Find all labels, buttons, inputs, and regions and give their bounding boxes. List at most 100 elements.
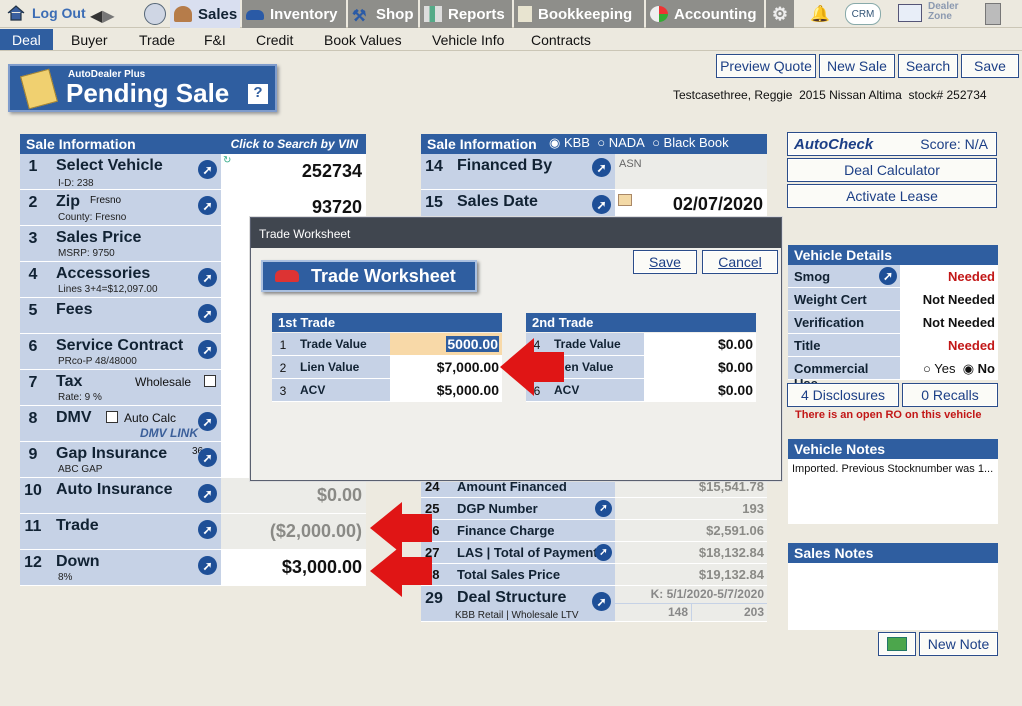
subtab-buyer[interactable]: Buyer	[71, 32, 108, 48]
row-value[interactable]: 252734	[221, 154, 366, 189]
autocheck-button[interactable]: AutoCheck Score: N/A	[787, 132, 997, 156]
row-arrow-icon[interactable]: ➚	[198, 268, 217, 287]
calculator-icon[interactable]	[985, 3, 1001, 25]
row-sub: PRco-P 48/48000	[58, 356, 137, 367]
tab-shop[interactable]: ⚒ Shop	[348, 0, 418, 28]
financed-by-value[interactable]: ASN	[615, 154, 767, 189]
calendar-icon[interactable]	[618, 194, 632, 206]
detail-value: Not Needed	[900, 311, 998, 333]
deal-calculator-button[interactable]: Deal Calculator	[787, 158, 997, 182]
preview-quote-button[interactable]: Preview Quote	[716, 54, 816, 78]
radio-kbb[interactable]: ◉	[549, 135, 560, 150]
dialog-cancel-button[interactable]: Cancel	[702, 250, 778, 274]
vehicle-notes-box[interactable]: Imported. Previous Stocknumber was 1...	[788, 459, 998, 524]
trade-field[interactable]: $0.00	[644, 333, 756, 355]
save-button[interactable]: Save	[961, 54, 1019, 78]
tab-accounting[interactable]: Accounting	[646, 0, 764, 28]
deal-structure-arrow-icon[interactable]: ➚	[592, 592, 611, 611]
tab-sales[interactable]: Sales	[170, 0, 240, 28]
activate-lease-button[interactable]: Activate Lease	[787, 184, 997, 208]
tab-shop-label: Shop	[376, 5, 414, 23]
search-by-vin-link[interactable]: Click to Search by VIN	[231, 137, 358, 151]
settings-button[interactable]: ⚙	[766, 0, 794, 28]
row-number: 14	[425, 158, 443, 175]
refresh-icon[interactable]: ↻	[223, 155, 231, 166]
subtab-fi[interactable]: F&I	[204, 32, 226, 48]
row-arrow-icon[interactable]: ➚	[198, 340, 217, 359]
tab-bookkeeping[interactable]: Bookkeeping	[514, 0, 644, 28]
dealer-zone-icon[interactable]	[898, 4, 922, 22]
auto-calc-checkbox[interactable]	[106, 411, 118, 423]
logout-link[interactable]: Log Out	[6, 4, 86, 22]
wholesale-checkbox[interactable]	[204, 375, 216, 387]
lock-icon	[20, 68, 58, 110]
trade-value-input[interactable]: 5000.00	[390, 333, 502, 355]
tab-bookkeeping-label: Bookkeeping	[538, 5, 633, 23]
folder-icon	[887, 637, 907, 651]
dmv-link[interactable]: DMV LINK	[140, 426, 198, 440]
subtab-credit[interactable]: Credit	[256, 32, 293, 48]
bell-icon[interactable]: 🔔	[810, 4, 830, 24]
trade-field[interactable]: $0.00	[644, 356, 756, 378]
row-arrow-icon[interactable]: ➚	[198, 304, 217, 323]
subtab-trade[interactable]: Trade	[139, 32, 175, 48]
radio-no[interactable]: ◉	[963, 361, 974, 376]
new-sale-button[interactable]: New Sale	[819, 54, 895, 78]
row-sub: County: Fresno	[58, 212, 127, 223]
sales-date-value[interactable]: 02/07/2020	[615, 190, 767, 219]
finance-arrow-icon[interactable]: ➚	[595, 544, 612, 561]
book-icon	[518, 6, 532, 22]
row-arrow-icon[interactable]: ➚	[198, 520, 217, 539]
subtab-book-values[interactable]: Book Values	[324, 32, 402, 48]
subtab-deal[interactable]: Deal	[0, 29, 53, 50]
subtab-contracts[interactable]: Contracts	[531, 32, 591, 48]
smog-arrow-icon[interactable]: ➚	[879, 267, 897, 285]
row-label: Trade Value	[294, 333, 390, 355]
dealer-zone-link[interactable]: Dealer Zone	[928, 2, 968, 22]
sales-notes-box[interactable]	[788, 563, 998, 630]
forward-arrow-icon[interactable]: ▶	[102, 8, 114, 25]
autocheck-label: AutoCheck	[794, 135, 874, 153]
open-folder-button[interactable]	[878, 632, 916, 656]
deal-structure-value-1: 148	[615, 604, 691, 621]
row-arrow-icon[interactable]: ➚	[198, 412, 217, 431]
user-face-icon[interactable]	[144, 3, 166, 25]
tab-reports[interactable]: Reports	[420, 0, 512, 28]
vehicle-notes-header: Vehicle Notes	[788, 439, 998, 459]
row-number: 3	[28, 230, 38, 247]
trade-field[interactable]: $5,000.00	[390, 379, 502, 401]
sales-date-arrow-icon[interactable]: ➚	[592, 195, 611, 214]
trade-worksheet-heading: Trade Worksheet	[261, 260, 477, 292]
help-button[interactable]: ?	[248, 84, 268, 104]
tab-inventory[interactable]: Inventory	[242, 0, 346, 28]
row-number: 2	[28, 194, 38, 211]
auto-calc-label: Auto Calc	[124, 411, 177, 425]
financed-by-arrow-icon[interactable]: ➚	[592, 158, 611, 177]
row-arrow-icon[interactable]: ➚	[198, 448, 217, 467]
row-value[interactable]: ($2,000.00)	[221, 514, 366, 549]
row-sub: ABC GAP	[58, 464, 103, 475]
row-value: $19,132.84	[615, 564, 767, 585]
finance-arrow-icon[interactable]: ➚	[595, 500, 612, 517]
back-forward-icons[interactable]: ◀▶	[90, 6, 115, 26]
dialog-save-button[interactable]: Save	[633, 250, 697, 274]
recalls-button[interactable]: 0 Recalls	[902, 383, 998, 407]
row-value[interactable]: $0.00	[221, 478, 366, 513]
row-arrow-icon[interactable]: ➚	[198, 556, 217, 575]
radio-black-book[interactable]: ○	[652, 135, 660, 150]
back-arrow-icon[interactable]: ◀	[90, 8, 102, 25]
subtab-vehicle-info[interactable]: Vehicle Info	[432, 32, 504, 48]
trade-field[interactable]: $7,000.00	[390, 356, 502, 378]
row-arrow-icon[interactable]: ➚	[198, 196, 217, 215]
row-arrow-icon[interactable]: ➚	[198, 484, 217, 503]
radio-nada[interactable]: ○	[597, 135, 605, 150]
crm-button[interactable]: CRM	[845, 3, 881, 25]
radio-yes[interactable]: ○	[923, 361, 931, 376]
new-note-button[interactable]: New Note	[919, 632, 998, 656]
deal-structure-range: K: 5/1/2020-5/7/2020	[615, 586, 767, 603]
disclosures-button[interactable]: 4 Disclosures	[787, 383, 899, 407]
row-arrow-icon[interactable]: ➚	[198, 160, 217, 179]
trade-field[interactable]: $0.00	[644, 379, 756, 401]
row-value[interactable]: $3,000.00	[221, 550, 366, 585]
search-button[interactable]: Search	[898, 54, 958, 78]
